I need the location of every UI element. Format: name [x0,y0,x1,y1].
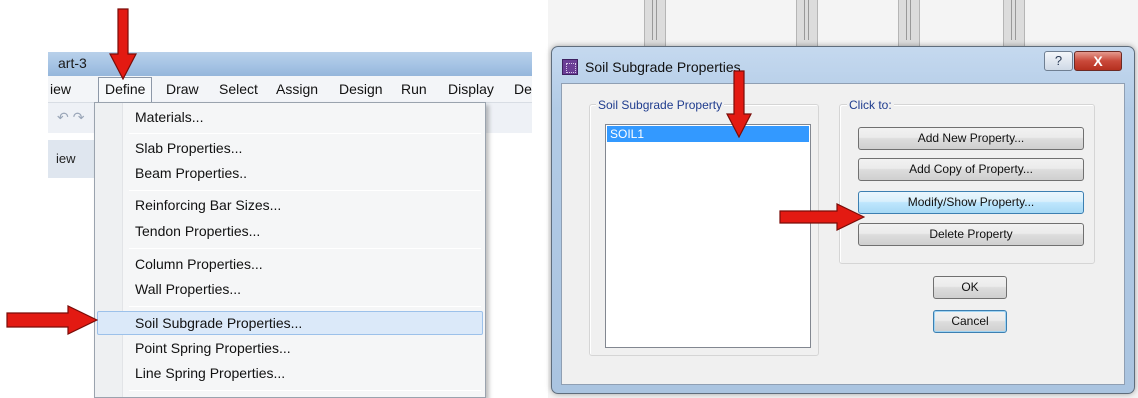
menu-display[interactable]: Display [448,81,494,97]
close-icon[interactable]: X [1074,51,1122,71]
cancel-button[interactable]: Cancel [933,310,1007,333]
menu-item-materials[interactable]: Materials... [135,109,203,125]
menu-separator [129,133,481,134]
menu-item-soil-subgrade-properties[interactable]: Soil Subgrade Properties... [135,315,302,331]
menu-item-column-properties[interactable]: Column Properties... [135,256,263,272]
list-item[interactable]: SOIL1 [607,126,809,142]
menu-item-line-spring-properties[interactable]: Line Spring Properties... [135,365,285,381]
application-window: art-3 iew Define Draw Select Assign Desi… [0,0,532,398]
menu-view[interactable]: iew [50,81,71,97]
delete-property-button[interactable]: Delete Property [858,223,1084,246]
ok-button[interactable]: OK [933,276,1007,299]
dialog-client-area: Soil Subgrade Property SOIL1 Click to: A… [561,83,1125,385]
menu-item-tendon-properties[interactable]: Tendon Properties... [135,223,260,239]
menu-de[interactable]: De [514,81,532,97]
screenshot-stage: art-3 iew Define Draw Select Assign Desi… [0,0,1138,398]
menu-separator [129,248,481,249]
app-title: art-3 [58,55,87,71]
menu-gutter [95,103,123,397]
property-list-label: Soil Subgrade Property [596,98,725,112]
red-arrow-icon [726,70,752,138]
add-new-property-button[interactable]: Add New Property... [858,127,1084,150]
menu-bar: iew Define Draw Select Assign Design Run… [48,76,532,103]
workspace [48,178,98,398]
menu-separator [129,306,481,307]
menu-separator [129,390,481,391]
undo-redo-icon[interactable]: ↶↷ [57,109,88,126]
red-arrow-icon [779,203,865,231]
menu-run[interactable]: Run [401,81,427,97]
menu-define[interactable]: Define [98,77,153,102]
property-listbox[interactable]: SOIL1 [605,124,811,348]
menu-draw[interactable]: Draw [166,81,199,97]
modify-show-property-button[interactable]: Modify/Show Property... [858,191,1084,214]
menu-item-slab-properties[interactable]: Slab Properties... [135,140,242,156]
red-arrow-icon [109,8,137,80]
menu-separator [129,190,481,191]
menu-select[interactable]: Select [219,81,258,97]
menu-item-point-spring-properties[interactable]: Point Spring Properties... [135,340,291,356]
help-icon[interactable]: ? [1044,51,1073,71]
actions-label: Click to: [847,98,894,112]
red-arrow-icon [6,305,98,335]
menu-item-beam-properties[interactable]: Beam Properties.. [135,165,247,181]
menu-item-reinforcing-bar-sizes[interactable]: Reinforcing Bar Sizes... [135,197,281,213]
dialog-app-icon [562,59,578,75]
menu-item-wall-properties[interactable]: Wall Properties... [135,281,241,297]
add-copy-property-button[interactable]: Add Copy of Property... [858,158,1084,181]
menu-assign[interactable]: Assign [276,81,318,97]
define-menu-dropdown: Materials... Slab Properties... Beam Pro… [94,102,486,398]
panel-tab-label: iew [56,151,76,166]
menu-design[interactable]: Design [339,81,383,97]
dialog-title: Soil Subgrade Properties [585,59,741,75]
